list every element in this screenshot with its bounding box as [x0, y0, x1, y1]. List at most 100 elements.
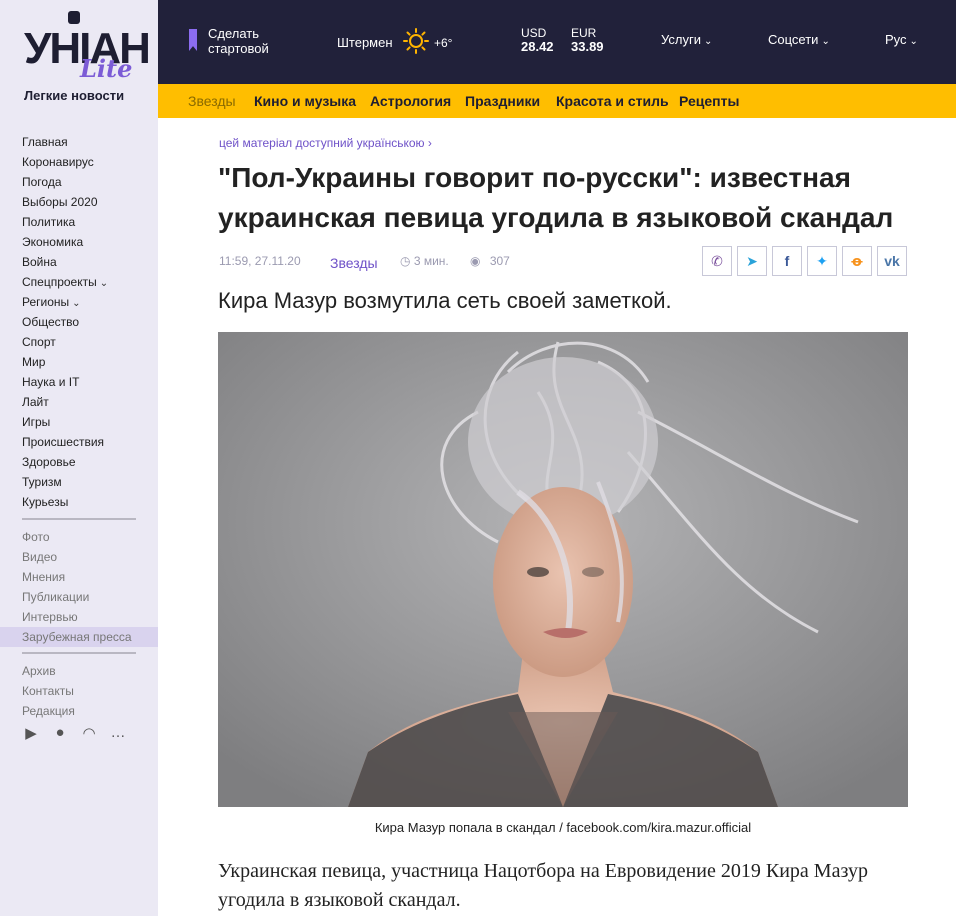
chevron-down-icon: ⌄: [821, 36, 830, 47]
language-label: Рус: [885, 32, 907, 47]
make-homepage-link[interactable]: Сделать стартовой: [208, 26, 269, 56]
logo-mark: [68, 11, 80, 24]
chevron-down-icon: ⌄: [99, 278, 109, 289]
sidebar-item-label: Мир: [22, 355, 46, 369]
sidebar-item[interactable]: Коронавирус: [22, 152, 158, 172]
view-count-value: 307: [489, 254, 510, 268]
clock-icon: ◷: [400, 254, 411, 268]
share-odnoklassniki-button[interactable]: ꝋ: [842, 246, 872, 276]
chat-icon[interactable]: …: [109, 724, 127, 742]
eur-rate[interactable]: EUR 33.89: [571, 26, 604, 54]
usd-rate[interactable]: USD 28.42: [521, 26, 554, 54]
sidebar-item-secondary[interactable]: Интервью: [0, 607, 158, 627]
sidebar-item-label: Спорт: [22, 335, 56, 349]
sidebar-nav-secondary: Фото Видео Мнения Публикации Интервью Зарубеж…: [0, 527, 158, 647]
sidebar-item-label: Регионы: [22, 295, 70, 309]
sidebar-divider: [22, 518, 136, 520]
sidebar-item[interactable]: Спорт: [22, 332, 158, 352]
eur-label: EUR: [571, 26, 597, 40]
article-date: 11:59, 27.11.20: [219, 254, 301, 268]
sidebar-item-tertiary[interactable]: Редакция: [0, 701, 158, 721]
read-time-value: 3 мин.: [413, 254, 449, 268]
article-lead: Кира Мазур возмутила сеть своей заметкой…: [218, 288, 672, 313]
services-menu[interactable]: Услуги ⌄: [661, 32, 712, 47]
sidebar-item[interactable]: Спецпроекты ⌄: [22, 272, 158, 292]
sidebar-item-secondary[interactable]: Зарубежная пресса: [0, 627, 158, 647]
share-viber-button[interactable]: ✆: [702, 246, 732, 276]
sidebar-item-label: Спецпроекты: [22, 275, 97, 289]
chevron-down-icon: ⌄: [72, 298, 81, 309]
sidebar-item[interactable]: Общество: [22, 312, 158, 332]
view-count: ◉ 307: [470, 254, 510, 268]
article-rubric-link[interactable]: Звезды: [330, 255, 378, 271]
sidebar-item-secondary[interactable]: Мнения: [0, 567, 158, 587]
sidebar-item[interactable]: Туризм: [22, 472, 158, 492]
sidebar-item[interactable]: Здоровье: [22, 452, 158, 472]
sidebar-nav-primary: Главная Коронавирус Погода Выборы 2020 Полит…: [22, 132, 158, 512]
make-homepage-line2: стартовой: [208, 41, 269, 56]
share-twitter-button[interactable]: ✦: [807, 246, 837, 276]
rubric-recipes[interactable]: Рецепты: [679, 93, 739, 109]
rubric-bar: Звезды Кино и музыка Астрология Праздник…: [158, 84, 956, 118]
sidebar-item[interactable]: Регионы ⌄: [22, 292, 158, 312]
sidebar-item-label: Общество: [22, 315, 80, 329]
chevron-down-icon: ⌄: [909, 36, 918, 47]
usd-label: USD: [521, 26, 547, 40]
rubric-stars[interactable]: Звезды: [188, 93, 236, 109]
telegram-icon: ➤: [746, 252, 758, 269]
google-play-icon[interactable]: ▶: [22, 724, 40, 742]
make-homepage-line1: Сделать: [208, 26, 260, 41]
sidebar-item[interactable]: Происшествия: [22, 432, 158, 452]
rubric-holidays[interactable]: Праздники: [465, 93, 540, 109]
sidebar-item-label: Туризм: [22, 475, 62, 489]
rubric-astrology[interactable]: Астрология: [370, 93, 451, 109]
ukrainian-version-link[interactable]: цей матеріал доступний українською ›: [219, 136, 432, 150]
rubric-cinema-music[interactable]: Кино и музыка: [254, 93, 356, 109]
sidebar-item[interactable]: Лайт: [22, 392, 158, 412]
article-photo[interactable]: [218, 332, 908, 807]
sidebar-item-tertiary[interactable]: Контакты: [0, 681, 158, 701]
odnoklassniki-icon: ꝋ: [851, 252, 863, 269]
social-menu[interactable]: Соцсети ⌄: [768, 32, 830, 47]
sidebar-item-label: Игры: [22, 415, 51, 429]
sidebar-item[interactable]: Война: [22, 252, 158, 272]
social-label: Соцсети: [768, 32, 819, 47]
sidebar-item-tertiary[interactable]: Архив: [0, 661, 158, 681]
vk-icon: vk: [884, 253, 900, 269]
read-time: ◷ 3 мин.: [400, 254, 449, 268]
sidebar-item[interactable]: Курьезы: [22, 492, 158, 512]
eye-icon: ◉: [470, 254, 481, 268]
rubric-beauty[interactable]: Красота и стиль: [556, 93, 669, 109]
share-facebook-button[interactable]: f: [772, 246, 802, 276]
sidebar-item[interactable]: Выборы 2020: [22, 192, 158, 212]
sidebar-item[interactable]: Экономика: [22, 232, 158, 252]
rss-icon[interactable]: ◠: [80, 724, 98, 742]
article-body-paragraph: Украинская певица, участница Нацотбора н…: [218, 860, 868, 911]
sidebar-item-secondary[interactable]: Публикации: [0, 587, 158, 607]
apple-icon[interactable]: ●: [51, 724, 69, 742]
unian-logo[interactable]: УНІАН Lite Легкие новости: [22, 10, 151, 105]
sidebar-item-label: Происшествия: [22, 435, 105, 449]
sidebar-item-label: Выборы 2020: [22, 195, 98, 209]
sidebar-item-label: Экономика: [22, 235, 84, 249]
sidebar-item-secondary[interactable]: Видео: [0, 547, 158, 567]
weather-city[interactable]: Штермен: [337, 35, 393, 50]
photo-caption: Кира Мазур попала в скандал / facebook.c…: [374, 820, 752, 835]
language-menu[interactable]: Рус ⌄: [885, 32, 918, 47]
sidebar-item-secondary[interactable]: Фото: [0, 527, 158, 547]
sidebar-item[interactable]: Наука и IT: [22, 372, 158, 392]
sidebar-item-label: Здоровье: [22, 455, 76, 469]
viber-icon: ✆: [711, 252, 723, 269]
sidebar-item[interactable]: Погода: [22, 172, 158, 192]
bookmark-icon[interactable]: [189, 29, 197, 51]
twitter-icon: ✦: [816, 252, 828, 269]
sidebar-item[interactable]: Мир: [22, 352, 158, 372]
chevron-down-icon: ⌄: [703, 36, 713, 47]
share-telegram-button[interactable]: ➤: [737, 246, 767, 276]
usd-value: 28.42: [521, 39, 554, 54]
sidebar-item[interactable]: Главная: [22, 132, 158, 152]
share-vk-button[interactable]: vk: [877, 246, 907, 276]
sidebar-item[interactable]: Политика: [22, 212, 158, 232]
sidebar-item[interactable]: Игры: [22, 412, 158, 432]
logo-lite: Lite: [80, 54, 133, 83]
